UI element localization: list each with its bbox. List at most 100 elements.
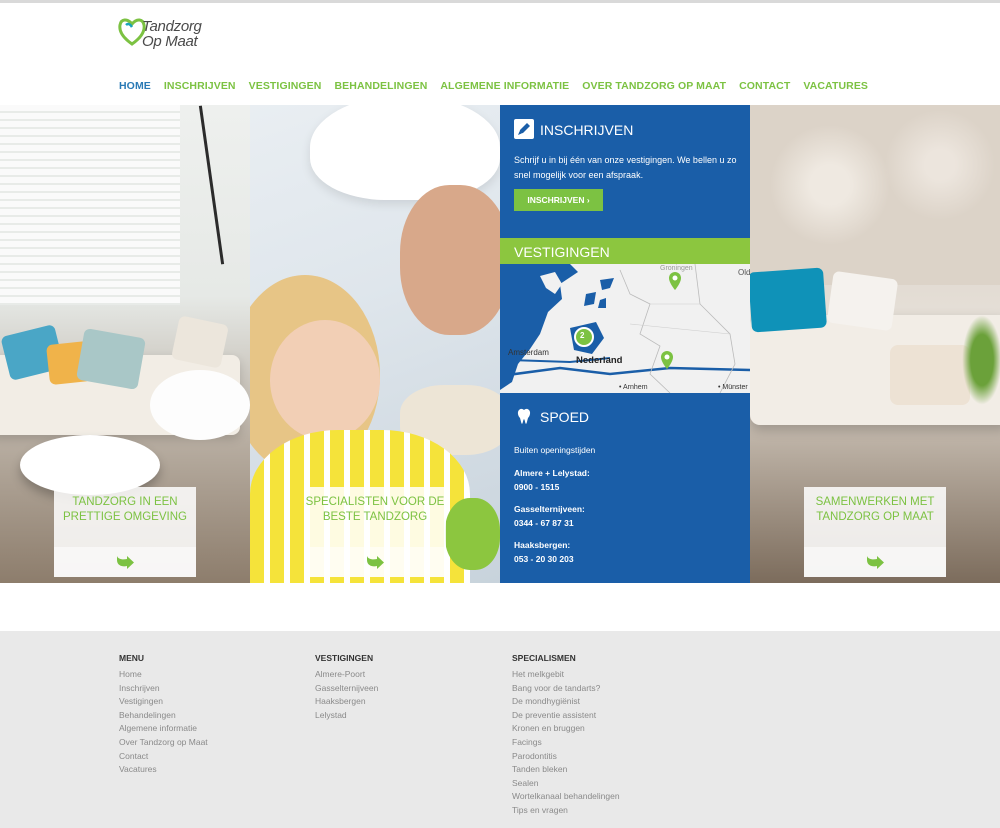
logo-wordmark: Tandzorg Op Maat	[142, 19, 202, 49]
map-label-munster: • Münster	[718, 384, 748, 391]
coffee-table-photo	[20, 435, 160, 495]
spoed-phone[interactable]: 0900 - 1515	[514, 482, 559, 492]
panel-samenwerken[interactable]: SAMENWERKEN MET TANDZORG OP MAAT	[750, 105, 1000, 583]
footer-link[interactable]: De mondhygiënist	[512, 695, 620, 709]
arrow-right-icon	[117, 556, 134, 569]
inschrijven-button[interactable]: INSCHRIJVEN ›	[514, 189, 603, 211]
footer-menu-heading: MENU	[119, 653, 145, 663]
card-title: SAMENWERKEN MET TANDZORG OP MAAT	[815, 496, 935, 523]
footer-link[interactable]: Bang voor de tandarts?	[512, 682, 620, 696]
site-header: Tandzorg Op Maat HOME INSCHRIJVEN VESTIG…	[0, 3, 1000, 105]
logo-line-1: Tandzorg	[142, 18, 202, 35]
footer-link[interactable]: Tips en vragen	[512, 804, 620, 818]
card-arrow-area[interactable]	[54, 547, 196, 577]
inschrijven-block: INSCHRIJVEN Schrijf u in bij één van onz…	[500, 105, 750, 238]
spoed-phone[interactable]: 0344 - 67 87 31	[514, 518, 574, 528]
spoed-location: Gasselternijveen:	[514, 504, 585, 514]
footer-link[interactable]: Home	[119, 668, 208, 682]
apple-photo	[445, 498, 500, 570]
footer-link[interactable]: Almere-Poort	[315, 668, 378, 682]
footer-link[interactable]: Facings	[512, 736, 620, 750]
pencil-icon	[514, 119, 534, 139]
card-arrow-area[interactable]	[804, 547, 946, 577]
footer-link[interactable]: Over Tandzorg op Maat	[119, 736, 208, 750]
footer-link[interactable]: Parodontitis	[512, 750, 620, 764]
map-label-nederland: Nederland	[576, 355, 623, 366]
arrow-right-icon	[867, 556, 884, 569]
card-prettige-omgeving[interactable]: TANDZORG IN EEN PRETTIGE OMGEVING	[54, 487, 196, 577]
nav-algemene-informatie[interactable]: ALGEMENE INFORMATIE	[440, 80, 569, 92]
inschrijven-description: Schrijf u in bij één van onze vestiginge…	[514, 155, 737, 180]
dandelion-wall-photo	[750, 105, 1000, 285]
spoed-location: Almere + Lelystad:	[514, 468, 590, 478]
footer-link[interactable]: Wortelkanaal behandelingen	[512, 790, 620, 804]
dentist-photo	[400, 185, 500, 335]
window-blinds-photo	[0, 105, 180, 305]
vestigingen-header[interactable]: VESTIGINGEN	[500, 238, 750, 264]
footer-link[interactable]: Contact	[119, 750, 208, 764]
site-footer: MENU Home Inschrijven Vestigingen Behand…	[0, 631, 1000, 828]
card-samenwerken[interactable]: SAMENWERKEN MET TANDZORG OP MAAT	[804, 487, 946, 577]
logo-line-2: Op Maat	[142, 33, 198, 50]
main-nav: HOME INSCHRIJVEN VESTIGINGEN BEHANDELING…	[119, 80, 881, 92]
footer-link[interactable]: Gasselternijveen	[315, 682, 378, 696]
card-title: TANDZORG IN EEN PRETTIGE OMGEVING	[63, 496, 187, 523]
footer-specialismen-heading: SPECIALISMEN	[512, 653, 576, 663]
footer-vestigingen-column: VESTIGINGEN Almere-Poort Gasselternijvee…	[315, 653, 378, 722]
spoed-location: Haaksbergen:	[514, 540, 571, 550]
card-arrow-area[interactable]	[304, 547, 446, 577]
footer-menu-column: MENU Home Inschrijven Vestigingen Behand…	[119, 653, 208, 777]
map-label-amsterdam: Amsterdam	[508, 348, 549, 357]
footer-link[interactable]: De preventie assistent	[512, 709, 620, 723]
footer-link[interactable]: Lelystad	[315, 709, 378, 723]
vestigingen-map[interactable]: 2 Amsterdam Nederland Groningen Old • Ar…	[500, 264, 750, 393]
panel-prettige-omgeving[interactable]: TANDZORG IN EEN PRETTIGE OMGEVING	[0, 105, 250, 583]
footer-link[interactable]: Het melkgebit	[512, 668, 620, 682]
tooth-icon	[517, 408, 531, 424]
arrow-right-icon	[367, 556, 384, 569]
footer-link[interactable]: Inschrijven	[119, 682, 208, 696]
map-cluster-count[interactable]: 2	[580, 331, 584, 340]
nav-over-tandzorg[interactable]: OVER TANDZORG OP MAAT	[582, 80, 726, 92]
footer-link[interactable]: Tanden bleken	[512, 763, 620, 777]
card-specialisten[interactable]: SPECIALISTEN VOOR DE BESTE TANDZORG	[304, 487, 446, 577]
footer-link[interactable]: Algemene informatie	[119, 722, 208, 736]
blanket-photo	[890, 345, 970, 405]
footer-link[interactable]: Behandelingen	[119, 709, 208, 723]
footer-link[interactable]: Vacatures	[119, 763, 208, 777]
side-table-photo	[150, 370, 250, 440]
nav-home[interactable]: HOME	[119, 80, 151, 92]
nav-vestigingen[interactable]: VESTIGINGEN	[249, 80, 322, 92]
footer-link[interactable]: Sealen	[512, 777, 620, 791]
plant-photo	[962, 315, 1000, 405]
coat-stand-photo	[198, 105, 225, 265]
footer-vestigingen-heading: VESTIGINGEN	[315, 653, 374, 663]
content-spacer	[0, 583, 1000, 631]
hero-panels: TANDZORG IN EEN PRETTIGE OMGEVING SPECIA…	[0, 105, 1000, 583]
nav-vacatures[interactable]: VACATURES	[803, 80, 868, 92]
nav-behandelingen[interactable]: BEHANDELINGEN	[334, 80, 427, 92]
map-label-old: Old	[738, 268, 750, 277]
inschrijven-title: INSCHRIJVEN	[540, 122, 634, 138]
spoed-phone[interactable]: 053 - 20 30 203	[514, 554, 574, 564]
footer-link[interactable]: Vestigingen	[119, 695, 208, 709]
footer-link[interactable]: Kronen en bruggen	[512, 722, 620, 736]
nav-contact[interactable]: CONTACT	[739, 80, 790, 92]
cushion-photo	[75, 328, 147, 390]
child-face-photo	[270, 320, 380, 440]
card-title: SPECIALISTEN VOOR DE BESTE TANDZORG	[305, 496, 445, 523]
panel-info-column: INSCHRIJVEN Schrijf u in bij één van onz…	[500, 105, 750, 583]
spoed-block: SPOED Buiten openingstijden Almere + Lel…	[500, 393, 750, 583]
footer-link[interactable]: Haaksbergen	[315, 695, 378, 709]
nav-inschrijven[interactable]: INSCHRIJVEN	[164, 80, 236, 92]
cushion-photo	[750, 267, 828, 333]
spoed-title: SPOED	[540, 409, 590, 425]
spoed-subtitle: Buiten openingstijden	[514, 445, 596, 455]
site-logo[interactable]: Tandzorg Op Maat	[118, 15, 243, 53]
footer-specialismen-column: SPECIALISMEN Het melkgebit Bang voor de …	[512, 653, 620, 818]
panel-specialisten[interactable]: SPECIALISTEN VOOR DE BESTE TANDZORG	[250, 105, 500, 583]
map-label-groningen: Groningen	[660, 265, 693, 272]
map-label-arnhem: • Arnhem	[619, 384, 648, 391]
map-graphic	[500, 264, 750, 393]
cushion-photo	[826, 270, 899, 332]
